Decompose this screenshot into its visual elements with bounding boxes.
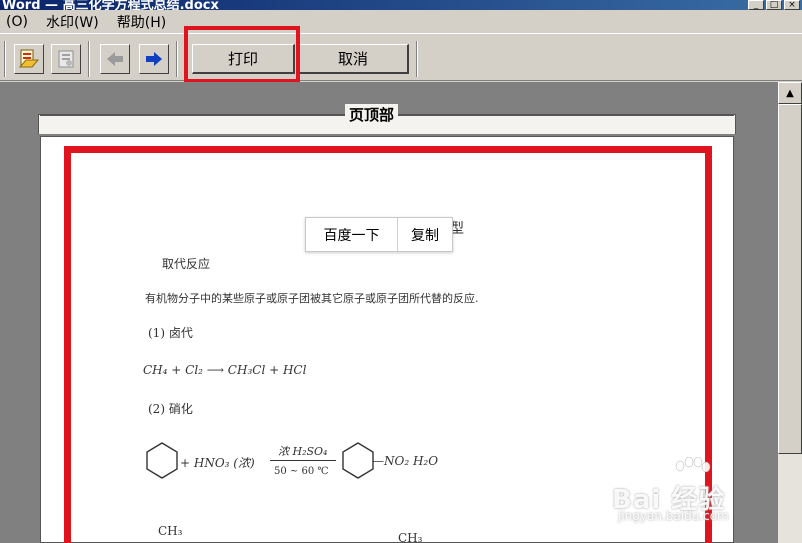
doc-reaction-condition: 50 ~ 60 ℃	[274, 466, 329, 477]
doc-formula: + HNO₃ (浓)	[180, 456, 255, 470]
arrow-left-icon	[107, 52, 123, 66]
watermark-url: jingyan.baidu.com	[618, 509, 729, 523]
toolbar-separator	[4, 41, 6, 77]
toolbar-separator	[176, 41, 178, 77]
cancel-button[interactable]: 取消	[298, 44, 409, 74]
vertical-scrollbar[interactable]: ▲	[778, 82, 802, 543]
scrollbar-thumb[interactable]	[778, 104, 802, 454]
doc-line: (1) 卤代	[148, 326, 193, 340]
scroll-up-arrow-icon[interactable]: ▲	[778, 82, 802, 104]
print-preview-toolbar: 打印 取消	[0, 35, 802, 81]
minimize-button[interactable]: _	[748, 0, 764, 10]
menu-bar: (O) 水印(W) 帮助(H)	[0, 10, 802, 34]
baidu-search-item[interactable]: 百度一下	[306, 218, 398, 251]
toolbar-separator	[416, 41, 418, 77]
arrow-right-icon	[146, 52, 162, 66]
close-button[interactable]: ×	[784, 0, 800, 10]
header-label: 页顶部	[345, 104, 399, 125]
doc-formula: CH₃	[158, 524, 183, 538]
maximize-button[interactable]: □	[766, 0, 782, 10]
menu-item-help[interactable]: 帮助(H)	[111, 12, 178, 32]
next-page-button[interactable]	[139, 44, 169, 74]
doc-formula: CH₃	[398, 531, 423, 543]
watermark: Bai 经验 jingyan.baidu.com	[612, 457, 762, 527]
menu-item-view[interactable]: (O)	[0, 14, 40, 30]
doc-line: (2) 硝化	[148, 402, 193, 416]
print-button-highlight	[184, 26, 300, 83]
doc-line: 有机物分子中的某些原子或原子团被其它原子或原子团所代替的反应.	[145, 292, 479, 305]
copy-item[interactable]: 复制	[398, 218, 452, 251]
doc-formula: —NO₂ H₂O	[372, 454, 439, 468]
doc-formula: CH₄ + Cl₂ ⟶ CH₃Cl + HCl	[143, 363, 307, 377]
doc-reaction-condition: 浓 H₂SO₄	[278, 445, 328, 458]
toolbar-separator	[88, 41, 90, 77]
reaction-arrow	[270, 460, 336, 461]
benzene-ring-icon	[146, 442, 178, 479]
title-bar: Word — 高三化学方程式总结.docx _ □ ×	[0, 0, 802, 10]
open-button[interactable]	[14, 44, 44, 74]
print-setup-button[interactable]	[51, 44, 81, 74]
previous-page-button[interactable]	[100, 44, 130, 74]
doc-line: 取代反应	[162, 257, 211, 271]
benzene-ring-icon	[342, 442, 374, 479]
window-title: Word — 高三化学方程式总结.docx	[2, 0, 219, 10]
menu-item-watermark[interactable]: 水印(W)	[40, 12, 111, 32]
print-setup-icon	[58, 50, 74, 68]
window-controls: _ □ ×	[748, 0, 800, 10]
open-folder-icon	[18, 49, 40, 68]
selection-popup: 百度一下 复制	[305, 217, 453, 252]
